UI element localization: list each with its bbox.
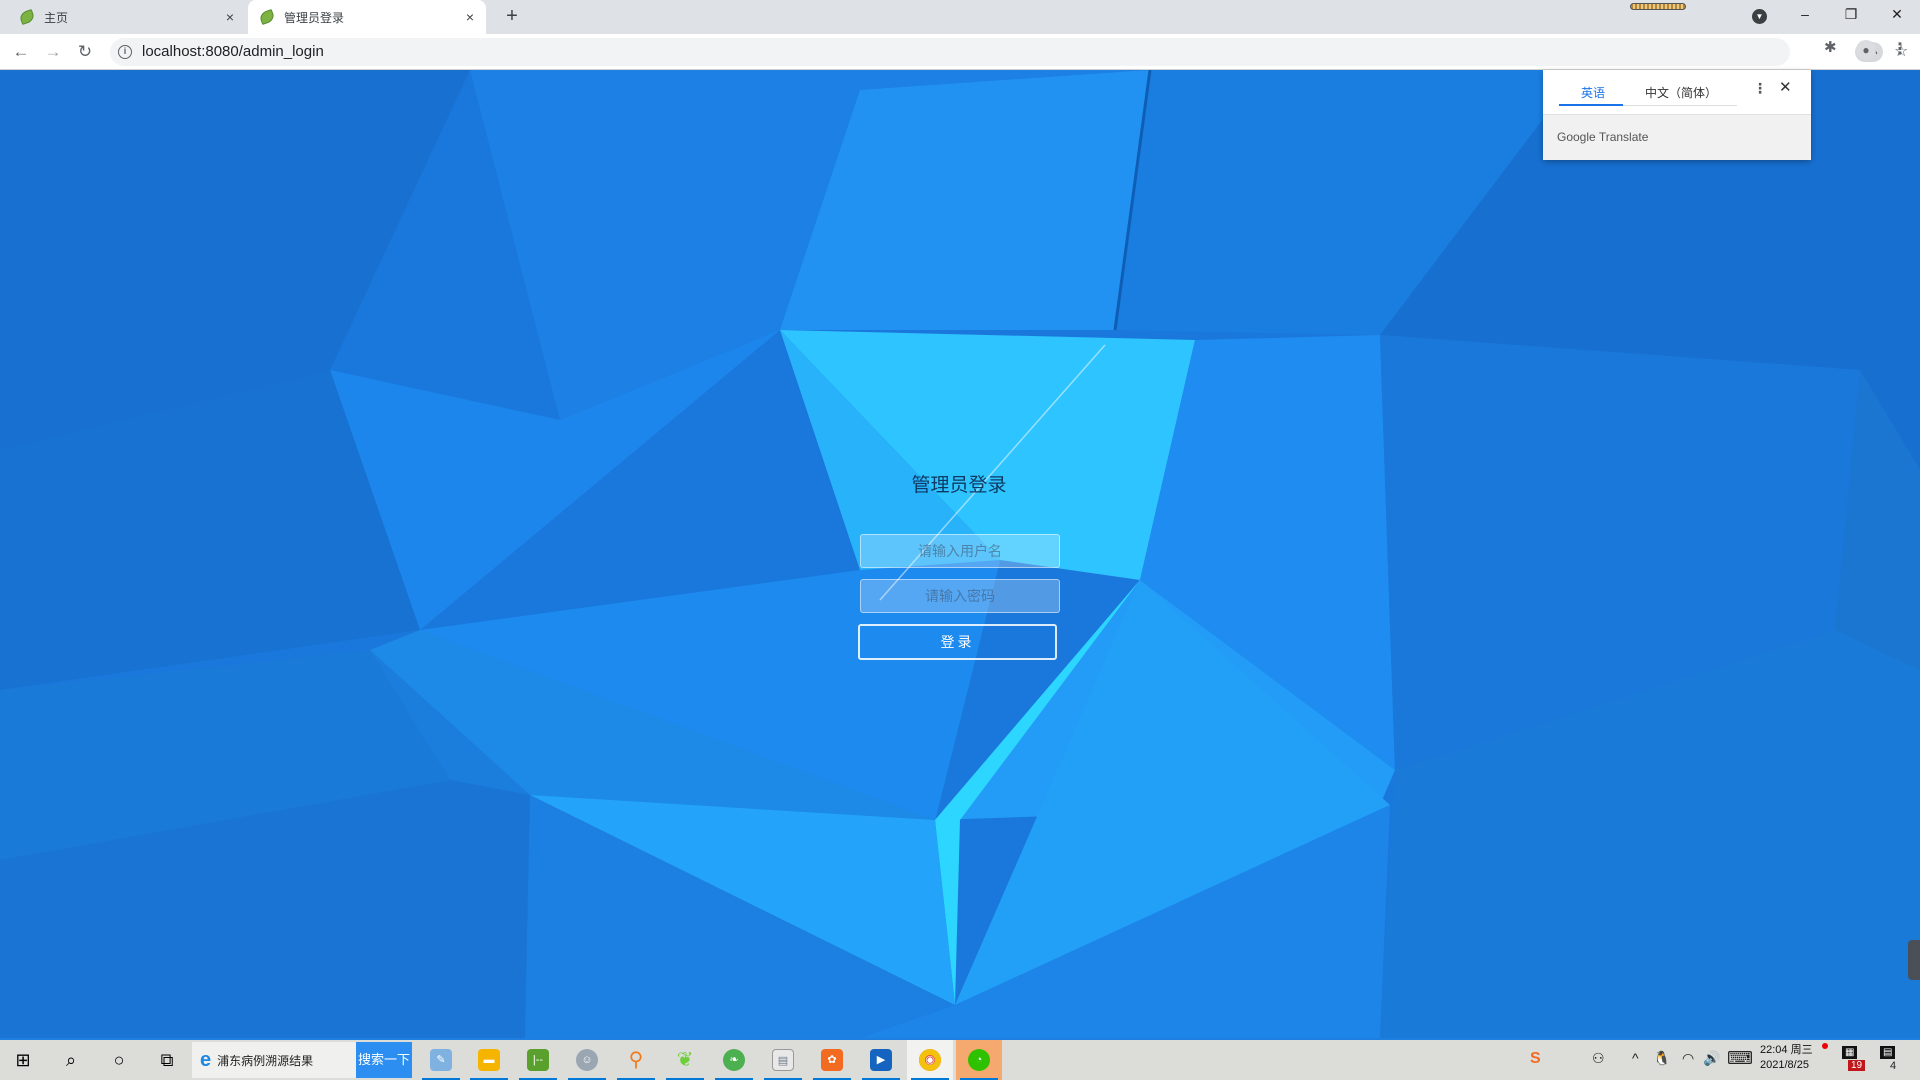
tab-admin-login[interactable]: 管理员登录 ×	[248, 0, 486, 34]
gear-app-icon: ✿	[821, 1049, 843, 1071]
close-tab-icon[interactable]: ×	[220, 9, 240, 25]
media-indicator[interactable]	[1630, 3, 1686, 10]
google-translate-brand: Google Translate	[1557, 130, 1649, 144]
notification-dot	[1822, 1043, 1828, 1049]
chrome-icon: ◉	[919, 1049, 941, 1071]
search-button[interactable]: ⌕	[48, 1040, 94, 1080]
restore-button[interactable]: ❐	[1828, 0, 1874, 30]
leaf-favicon-icon	[18, 8, 36, 26]
tab-bar: 主页 × 管理员登录 × + ▼ – ❐ ✕	[0, 0, 1920, 34]
new-tab-button[interactable]: +	[500, 5, 524, 29]
chrome-menu-icon[interactable]: ⋮	[1892, 39, 1908, 59]
taskbar-app-spring[interactable]: ❧	[711, 1040, 757, 1080]
people-icon[interactable]: ⚇	[1592, 1050, 1605, 1067]
taskbar-app-file-explorer[interactable]: ▬	[466, 1040, 512, 1080]
taskbar-app-video[interactable]: ▶	[858, 1040, 904, 1080]
address-bar-row: ← → ↻ i localhost:8080/admin_login 文A ☆	[0, 34, 1920, 70]
avatar-app-icon: ☺	[576, 1049, 598, 1071]
taskbar-app-avatar[interactable]: ☺	[564, 1040, 610, 1080]
search-icon: ⌕	[65, 1049, 77, 1070]
editor-icon: |--	[527, 1049, 549, 1071]
taskbar-app-notepad[interactable]: ✎	[418, 1040, 464, 1080]
qq-icon[interactable]: 🐧	[1653, 1050, 1670, 1067]
show-hidden-icons-chevron[interactable]: ^	[1632, 1050, 1639, 1066]
taskbar-app-settings[interactable]: ✿	[809, 1040, 855, 1080]
page-viewport: 管理员登录 登录	[0, 70, 1920, 1038]
translate-language-tabs: 英语 中文（简体）	[1559, 76, 1737, 106]
scrollbar-thumb[interactable]	[1908, 940, 1920, 980]
extensions-icon[interactable]: ✱	[1824, 38, 1837, 56]
folder-icon: ▬	[478, 1049, 500, 1071]
forward-button[interactable]: →	[42, 41, 64, 63]
sogou-ime-icon[interactable]: S	[1530, 1050, 1541, 1068]
network-icon[interactable]: ◠	[1682, 1050, 1694, 1067]
windows-taskbar: ⊞ ⌕ ○ ⧉ e 浦东病例溯源结果 搜索一下 ✎ ▬ |-- ☺ ⚲ ❦ ❧ …	[0, 1038, 1920, 1080]
window-icon: ▤	[772, 1049, 794, 1071]
spring-icon: ❧	[723, 1049, 745, 1071]
selected-tab-indicator	[1559, 104, 1623, 106]
notepad-icon: ✎	[430, 1049, 452, 1071]
task-view-button[interactable]: ⧉	[144, 1040, 190, 1080]
translate-footer: Google Translate	[1543, 114, 1811, 160]
cortana-button[interactable]: ○	[96, 1040, 142, 1080]
clock-time: 22:04 周三	[1760, 1044, 1813, 1056]
profile-avatar-icon[interactable]: ●	[1856, 40, 1876, 60]
url-text[interactable]: localhost:8080/admin_login	[142, 43, 324, 60]
tab-label: 管理员登录	[284, 10, 345, 25]
clock[interactable]: 22:04 周三 2021/8/25	[1760, 1043, 1813, 1073]
translate-tab-english[interactable]: 英语	[1581, 84, 1605, 101]
translate-tab-chinese[interactable]: 中文（简体）	[1645, 84, 1717, 101]
taskbar-app-leaf[interactable]: ❦	[662, 1040, 708, 1080]
taskbar-app-chrome[interactable]: ◉	[907, 1040, 953, 1080]
calendar-icon[interactable]: ▦	[1842, 1046, 1858, 1059]
search-box-text: 浦东病例溯源结果	[217, 1053, 314, 1068]
tab-search-icon[interactable]: ▼	[1752, 9, 1767, 24]
taskbar-search-box[interactable]: e 浦东病例溯源结果	[192, 1042, 357, 1078]
taskbar-app-window[interactable]: ▤	[760, 1040, 806, 1080]
ie-icon: e	[200, 1048, 212, 1071]
volume-icon[interactable]: 🔊	[1703, 1050, 1720, 1067]
taskbar-app-search-tool[interactable]: ⚲	[613, 1040, 659, 1080]
taskbar-app-editor[interactable]: |--	[515, 1040, 561, 1080]
leaf-icon: ❦	[676, 1049, 694, 1071]
keyboard-icon[interactable]: ⌨	[1727, 1048, 1753, 1069]
search-go-button[interactable]: 搜索一下	[356, 1042, 412, 1078]
wechat-icon: ◔	[968, 1049, 990, 1071]
windows-logo-icon: ⊞	[15, 1049, 31, 1070]
taskbar-app-wechat[interactable]: ◔	[956, 1040, 1002, 1080]
cortana-icon: ○	[113, 1049, 125, 1070]
more-options-icon[interactable]: ⋮	[1753, 80, 1767, 97]
task-view-icon: ⧉	[160, 1049, 174, 1070]
action-center-icon[interactable]: ▤	[1880, 1046, 1896, 1059]
omnibox[interactable]: i localhost:8080/admin_login 文A ☆	[110, 38, 1908, 66]
info-icon[interactable]: i	[118, 45, 132, 59]
video-icon: ▶	[870, 1049, 892, 1071]
start-button[interactable]: ⊞	[0, 1040, 46, 1080]
leaf-favicon-icon	[258, 8, 276, 26]
magnifier-icon: ⚲	[628, 1049, 644, 1071]
username-input[interactable]	[860, 534, 1060, 568]
close-tab-icon[interactable]: ×	[460, 9, 480, 25]
password-input[interactable]	[860, 579, 1060, 613]
minimize-button[interactable]: –	[1782, 0, 1828, 30]
clock-date: 2021/8/25	[1760, 1059, 1809, 1071]
login-form: 管理员登录 登录	[858, 466, 1060, 660]
login-title: 管理员登录	[911, 475, 1007, 496]
calendar-badge: 19	[1848, 1060, 1866, 1071]
close-window-button[interactable]: ✕	[1874, 0, 1920, 30]
tab-label: 主页	[44, 10, 69, 25]
notification-count: 4	[1890, 1060, 1897, 1072]
reload-button[interactable]: ↻	[74, 41, 96, 63]
close-icon[interactable]: ✕	[1779, 78, 1792, 96]
tab-home[interactable]: 主页 ×	[8, 0, 246, 34]
back-button[interactable]: ←	[10, 41, 32, 63]
translate-popup: 英语 中文（简体） ⋮ ✕ Google Translate	[1543, 70, 1811, 160]
login-button[interactable]: 登录	[858, 624, 1057, 660]
